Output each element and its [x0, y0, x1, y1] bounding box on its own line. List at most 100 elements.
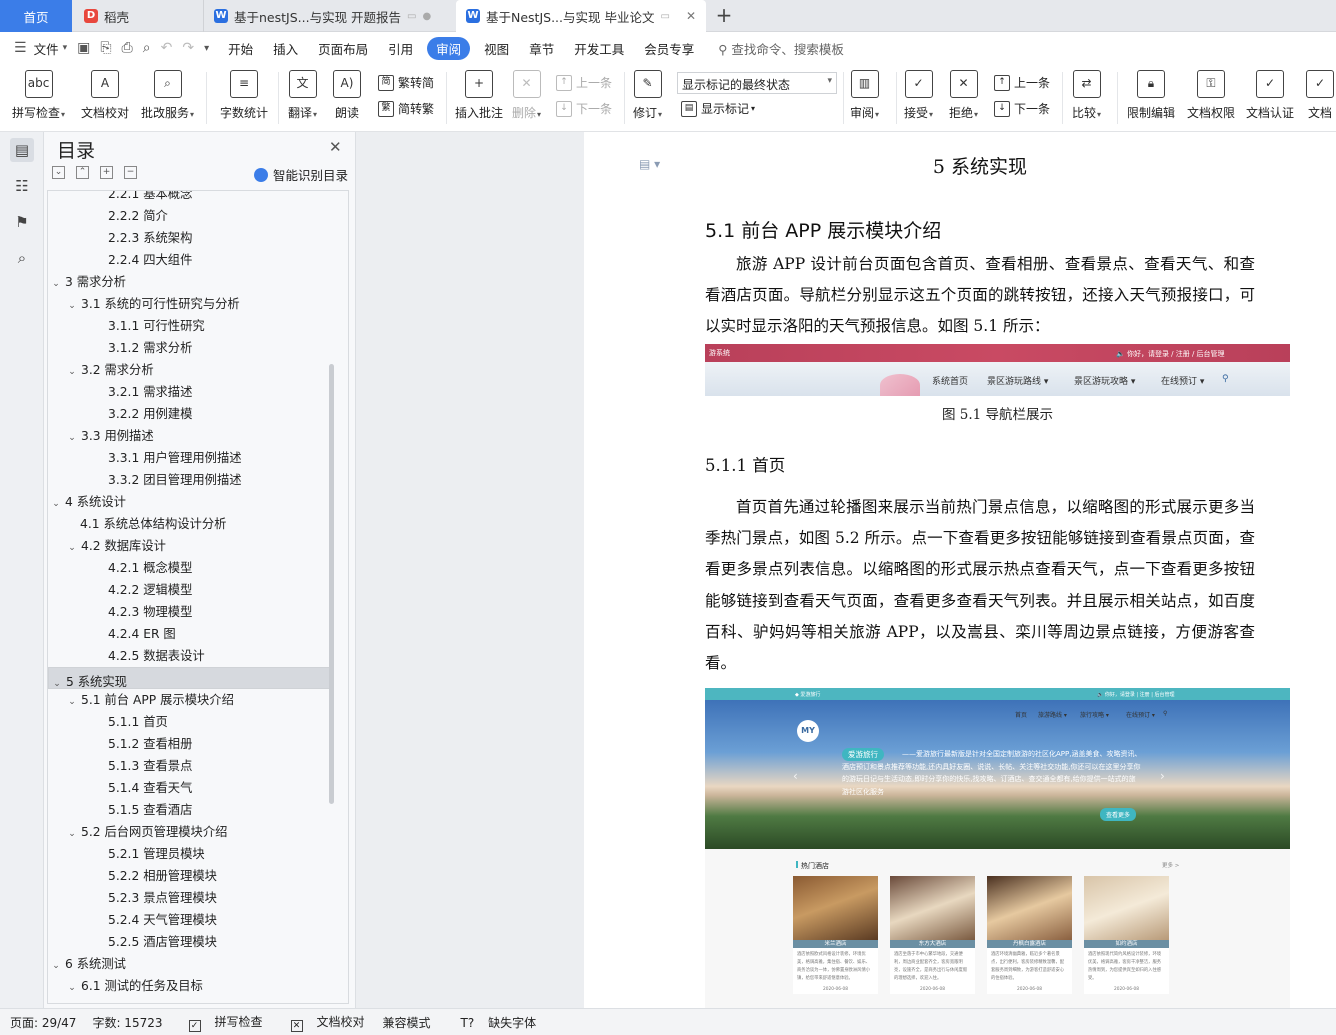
toc-item[interactable]: 4.2.2 逻辑模型 [48, 579, 330, 601]
spell-check-button[interactable]: abc 拼写检查▾ [12, 70, 65, 121]
menu-layout[interactable]: 页面布局 [318, 39, 368, 58]
bookmark-icon[interactable]: ⚑ [10, 210, 34, 234]
toc-item[interactable]: ⌄ 3 需求分析 [48, 271, 330, 293]
tab-docer[interactable]: D 稻壳 [74, 0, 202, 32]
toc-item[interactable]: 5.1.2 查看相册 [48, 733, 330, 755]
review-pane-button[interactable]: ▥ 审阅▾ [850, 70, 879, 121]
menu-chapter[interactable]: 章节 [529, 39, 554, 58]
status-spell-check[interactable]: ✓ 拼写检查 [179, 1013, 263, 1032]
next-change-button[interactable]: ↓ 下一条 [994, 100, 1050, 117]
toc-item[interactable]: ⌄ 4 系统设计 [48, 491, 330, 513]
toc-item[interactable]: 2.2.2 简介 [48, 205, 330, 227]
toc-item[interactable]: ⌄ 6 系统测试 [48, 953, 330, 975]
chevron-down-icon[interactable]: ⌄ [66, 361, 78, 383]
trad-to-simp-button[interactable]: 简繁转简 [378, 74, 434, 91]
doc-cert-button[interactable]: ✓ 文档认证 [1246, 70, 1294, 121]
toc-item[interactable]: ⌄ 5.2 后台网页管理模块介绍 [48, 821, 330, 843]
toc-item[interactable]: ⌄ 4.2 数据库设计 [48, 535, 330, 557]
hamburger-icon[interactable]: ☰ [14, 40, 27, 56]
command-search[interactable]: ⚲ 查找命令、搜索模板 [718, 39, 844, 58]
menu-reference[interactable]: 引用 [388, 39, 413, 58]
read-aloud-button[interactable]: A) 朗读 [333, 70, 361, 121]
toc-item[interactable]: 5.2.3 景点管理模块 [48, 887, 330, 909]
toc-item[interactable]: 4.1 系统总体结构设计分析 [48, 513, 330, 535]
word-count[interactable]: 字数: 15723 [92, 1014, 162, 1031]
new-tab-button[interactable]: + [712, 4, 736, 28]
toc-scrollbar[interactable] [329, 364, 334, 804]
toc-item[interactable]: ⌄ 3.3 用例描述 [48, 425, 330, 447]
toc-item[interactable]: ⌄ 3.2 需求分析 [48, 359, 330, 381]
toc-item[interactable]: ⌄ 5 系统实现 [48, 667, 330, 689]
word-count-button[interactable]: ≡ 字数统计 [220, 70, 268, 121]
chevron-down-icon[interactable]: ⌄ [66, 295, 78, 317]
compare-button[interactable]: ⇄ 比较▾ [1072, 70, 1101, 121]
smart-toc-button[interactable]: 智能识别目录 [254, 165, 348, 184]
reject-button[interactable]: ✕ 拒绝▾ [949, 70, 978, 121]
toc-item[interactable]: 5.2.2 相册管理模块 [48, 865, 330, 887]
toc-item[interactable]: ⌄ 6.1 测试的任务及目标 [48, 975, 330, 997]
prev-change-button[interactable]: ↑ 上一条 [994, 74, 1050, 91]
revise-button[interactable]: ✎ 修订▾ [633, 70, 662, 121]
find-icon[interactable]: ⌕ [10, 246, 34, 270]
preview-icon[interactable]: ⌕ [143, 40, 151, 56]
next-comment-button[interactable]: ↓ 下一条 [556, 100, 612, 117]
toc-view-icon[interactable]: ▤ [10, 138, 34, 162]
simp-to-trad-button[interactable]: 繁简转繁 [378, 100, 434, 117]
customize-icon[interactable]: ▾ [204, 43, 209, 54]
missing-font[interactable]: T? 缺失字体 [451, 1014, 537, 1031]
chapter-nav-icon[interactable]: ☷ [10, 174, 34, 198]
undo-icon[interactable]: ↶ [161, 40, 173, 56]
collapse-all-icon[interactable]: ⌃ [76, 166, 89, 179]
menu-member[interactable]: 会员专享 [644, 39, 694, 58]
toc-item[interactable]: 5.1.3 查看景点 [48, 755, 330, 777]
translate-button[interactable]: 文翻译▾ [288, 70, 317, 121]
remove-heading-icon[interactable]: − [124, 166, 137, 179]
toc-item[interactable]: 5.1.4 查看天气 [48, 777, 330, 799]
save-icon[interactable]: ▣ [77, 40, 90, 56]
add-heading-icon[interactable]: + [100, 166, 113, 179]
chevron-down-icon[interactable]: ⌄ [66, 823, 78, 845]
toc-item[interactable]: ⌄ 3.1 系统的可行性研究与分析 [48, 293, 330, 315]
close-icon[interactable]: ✕ [329, 138, 342, 156]
toc-item[interactable]: 3.2.2 用例建模 [48, 403, 330, 425]
toc-item[interactable]: 2.2.1 基本概念 [48, 191, 330, 205]
chevron-down-icon[interactable]: ▾ [63, 43, 68, 53]
menu-dev[interactable]: 开发工具 [574, 39, 624, 58]
markup-state-select[interactable]: 显示标记的最终状态 ▾ [677, 72, 837, 94]
toc-item[interactable]: 2.2.3 系统架构 [48, 227, 330, 249]
menu-review[interactable]: 审阅 [427, 36, 471, 60]
proofread-button[interactable]: A 文档校对 [81, 70, 129, 121]
toc-item[interactable]: 3.3.1 用户管理用例描述 [48, 447, 330, 469]
toc-item[interactable]: 3.2.1 需求描述 [48, 381, 330, 403]
toc-item[interactable]: 4.2.5 数据表设计 [48, 645, 330, 667]
tab-thesis[interactable]: W 基于NestJS...与实现 毕业论文 ▭ ✕ [456, 0, 706, 32]
batch-service-button[interactable]: ⌕ 批改服务▾ [141, 70, 194, 121]
toc-item[interactable]: 5.2.5 酒店管理模块 [48, 931, 330, 953]
chevron-down-icon[interactable]: ⌄ [50, 273, 62, 295]
chevron-down-icon[interactable]: ⌄ [50, 955, 62, 977]
print-icon[interactable]: ⎙ [122, 40, 133, 56]
doc-more-button[interactable]: ✓ 文档 [1306, 70, 1334, 121]
expand-all-icon[interactable]: ⌄ [52, 166, 65, 179]
toc-item[interactable]: 3.1.2 需求分析 [48, 337, 330, 359]
toc-item[interactable]: 4.2.4 ER 图 [48, 623, 330, 645]
prev-comment-button[interactable]: ↑ 上一条 [556, 74, 612, 91]
insert-comment-button[interactable]: + 插入批注 [455, 70, 503, 121]
close-tab-icon[interactable]: ✕ [680, 9, 696, 23]
tab-proposal[interactable]: W 基于nestJS...与实现 开题报告 ▭ ● [203, 0, 453, 32]
toc-item[interactable]: 4.2.1 概念模型 [48, 557, 330, 579]
chevron-down-icon[interactable]: ⌄ [66, 691, 78, 713]
show-markup-button[interactable]: ▤ 显示标记 ▾ [681, 100, 755, 117]
restrict-edit-button[interactable]: 🔒︎ 限制编辑 [1127, 70, 1175, 121]
toc-item[interactable]: 3.1.1 可行性研究 [48, 315, 330, 337]
page-indicator[interactable]: 页面: 29/47 [10, 1014, 76, 1031]
toc-item[interactable]: 5.2.4 天气管理模块 [48, 909, 330, 931]
menu-view[interactable]: 视图 [484, 39, 509, 58]
toc-item[interactable]: 2.2.4 四大组件 [48, 249, 330, 271]
accept-button[interactable]: ✓ 接受▾ [904, 70, 933, 121]
redo-icon[interactable]: ↷ [182, 40, 194, 56]
status-proofread[interactable]: ✕ 文档校对 [281, 1013, 365, 1032]
toc-item[interactable]: 3.3.2 团目管理用例描述 [48, 469, 330, 491]
toc-item[interactable]: 5.2.1 管理员模块 [48, 843, 330, 865]
chevron-down-icon[interactable]: ⌄ [50, 493, 62, 515]
